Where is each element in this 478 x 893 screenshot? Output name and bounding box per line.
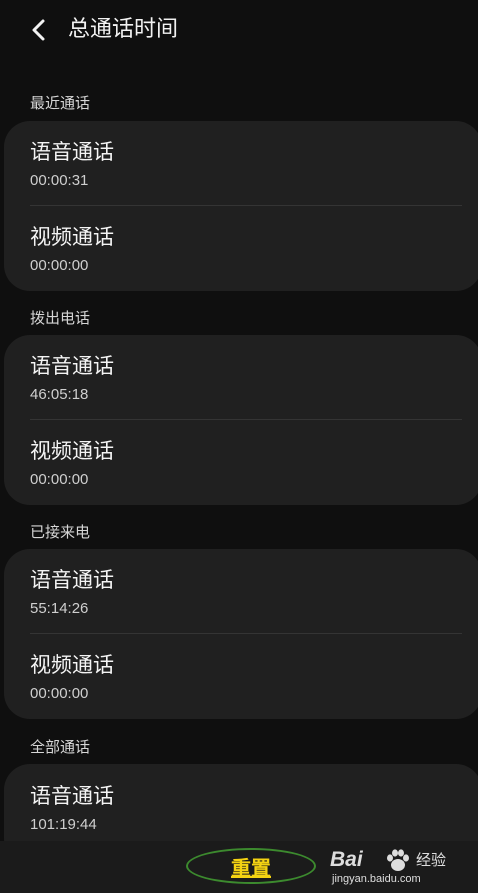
back-button[interactable] xyxy=(22,12,58,48)
page-title: 总通话时间 xyxy=(68,17,179,42)
watermark-url: jingyan.baidu.com xyxy=(332,873,421,885)
row-title: 语音通话 xyxy=(30,140,114,164)
section-card-recent: 语音通话 00:00:31 视频通话 00:00:00 xyxy=(4,121,478,291)
row-title: 语音通话 xyxy=(30,568,114,592)
section-card-received: 语音通话 55:14:26 视频通话 00:00:00 xyxy=(4,549,478,719)
row-title: 语音通话 xyxy=(30,354,114,378)
watermark-brand: Bai xyxy=(330,848,363,871)
row-value: 101:19:44 xyxy=(30,816,97,833)
list-item[interactable]: 视频通话 00:00:00 xyxy=(4,206,478,291)
row-value: 00:00:00 xyxy=(30,685,89,702)
app-header: 总通话时间 xyxy=(0,0,478,60)
row-value: 00:00:00 xyxy=(30,257,89,274)
row-value: 55:14:26 xyxy=(30,600,89,617)
row-title: 视频通话 xyxy=(30,653,114,677)
section-label-all: 全部通话 xyxy=(30,738,91,756)
row-value: 00:00:31 xyxy=(30,172,89,189)
row-value: 00:00:00 xyxy=(30,471,89,488)
section-label-received: 已接来电 xyxy=(30,523,91,541)
section-card-outgoing: 语音通话 46:05:18 视频通话 00:00:00 xyxy=(4,335,478,505)
list-item[interactable]: 语音通话 00:00:31 xyxy=(4,121,478,206)
chevron-left-icon xyxy=(32,19,45,41)
list-item[interactable]: 语音通话 101:19:44 xyxy=(4,764,478,849)
list-item[interactable]: 视频通话 00:00:00 xyxy=(4,420,478,505)
paw-icon xyxy=(387,849,409,871)
section-label-outgoing: 拨出电话 xyxy=(30,309,91,327)
reset-label: 重置 xyxy=(231,856,271,880)
reset-button[interactable]: 重置 xyxy=(186,848,316,884)
section-label-recent: 最近通话 xyxy=(30,94,91,112)
list-item[interactable]: 语音通话 55:14:26 xyxy=(4,549,478,634)
baidu-jingyan-watermark: Bai 经验 jingyan.baidu.com xyxy=(330,847,470,889)
watermark-suffix: 经验 xyxy=(416,851,447,869)
row-title: 语音通话 xyxy=(30,784,114,808)
row-title: 视频通话 xyxy=(30,439,114,463)
row-title: 视频通话 xyxy=(30,225,114,249)
list-item[interactable]: 视频通话 00:00:00 xyxy=(4,634,478,719)
row-value: 46:05:18 xyxy=(30,386,89,403)
bottom-action-bar: 重置 Bai 经验 jingyan.baidu.com xyxy=(0,841,478,893)
list-item[interactable]: 语音通话 46:05:18 xyxy=(4,335,478,420)
